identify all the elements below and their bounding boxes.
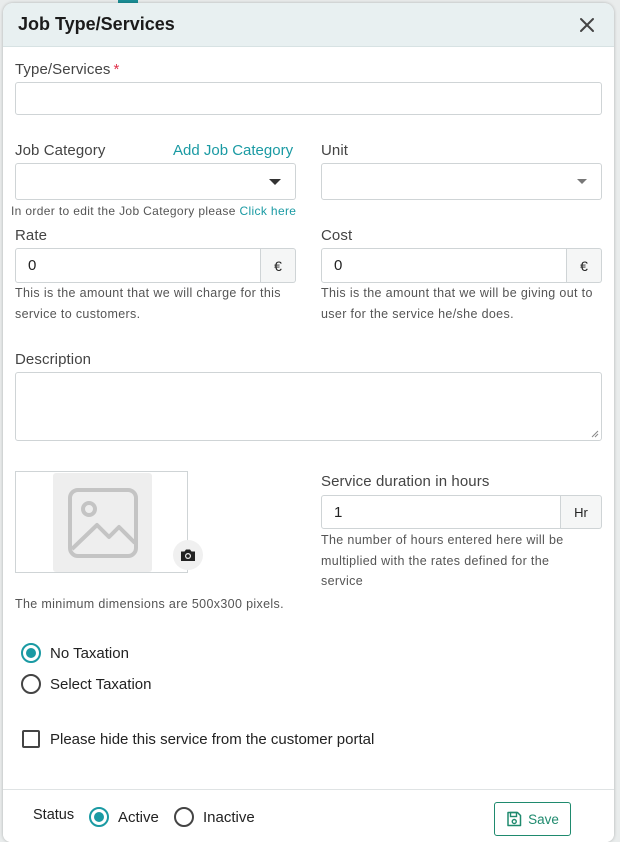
required-marker: * xyxy=(113,61,120,78)
modal-title: Job Type/Services xyxy=(18,14,175,34)
rate-help: This is the amount that we will charge f… xyxy=(15,286,281,321)
image-placeholder-icon xyxy=(53,473,152,572)
status-inactive-radio[interactable] xyxy=(174,807,194,827)
camera-icon[interactable] xyxy=(173,540,203,570)
cost-currency-addon: € xyxy=(567,248,602,283)
status-label: Status xyxy=(33,807,75,823)
duration-help: The number of hours entered here will be… xyxy=(321,533,564,588)
type-services-input[interactable] xyxy=(15,82,602,115)
job-type-services-modal: Job Type/Services Type/Services * Job Cat… xyxy=(3,3,614,842)
status-active-radio[interactable] xyxy=(89,807,109,827)
unit-label: Unit xyxy=(321,142,349,159)
unit-select[interactable] xyxy=(321,163,602,200)
select-taxation-radio[interactable] xyxy=(21,674,41,694)
add-job-category-link[interactable]: Add Job Category xyxy=(173,142,293,159)
type-services-label: Type/Services * xyxy=(15,61,120,78)
select-taxation-label: Select Taxation xyxy=(50,676,152,693)
close-icon[interactable] xyxy=(576,14,598,36)
click-here-link[interactable]: Click here xyxy=(239,204,296,218)
duration-unit-addon: Hr xyxy=(561,495,602,529)
save-icon xyxy=(507,811,522,827)
hide-from-portal-label: Please hide this service from the custom… xyxy=(50,731,375,748)
rate-label: Rate xyxy=(15,227,48,244)
job-category-label: Job Category xyxy=(15,142,106,159)
image-help: The minimum dimensions are 500x300 pixel… xyxy=(15,597,284,611)
rate-input[interactable]: 0 xyxy=(15,248,261,283)
chevron-down-icon xyxy=(269,178,281,185)
modal-footer: Status Active Inactive Save xyxy=(3,789,614,842)
description-textarea[interactable] xyxy=(15,372,602,441)
cost-help: This is the amount that we will be givin… xyxy=(321,286,593,321)
modal-header: Job Type/Services xyxy=(3,3,614,47)
job-category-help: In order to edit the Job Category please… xyxy=(11,204,297,218)
rate-currency-addon: € xyxy=(261,248,296,283)
no-taxation-label: No Taxation xyxy=(50,645,129,662)
service-image-upload[interactable] xyxy=(15,471,203,573)
no-taxation-radio[interactable] xyxy=(21,643,41,663)
hide-from-portal-checkbox[interactable] xyxy=(22,730,40,748)
save-button[interactable]: Save xyxy=(494,802,571,836)
status-inactive-label: Inactive xyxy=(203,809,255,826)
status-active-label: Active xyxy=(118,809,159,826)
duration-label: Service duration in hours xyxy=(321,473,490,490)
cost-input[interactable]: 0 xyxy=(321,248,567,283)
resize-handle-icon[interactable] xyxy=(591,430,599,438)
description-label: Description xyxy=(15,351,92,368)
duration-input[interactable]: 1 xyxy=(321,495,561,529)
save-label: Save xyxy=(528,811,559,827)
cost-label: Cost xyxy=(321,227,353,244)
job-category-select[interactable] xyxy=(15,163,296,200)
chevron-down-icon xyxy=(577,178,587,184)
